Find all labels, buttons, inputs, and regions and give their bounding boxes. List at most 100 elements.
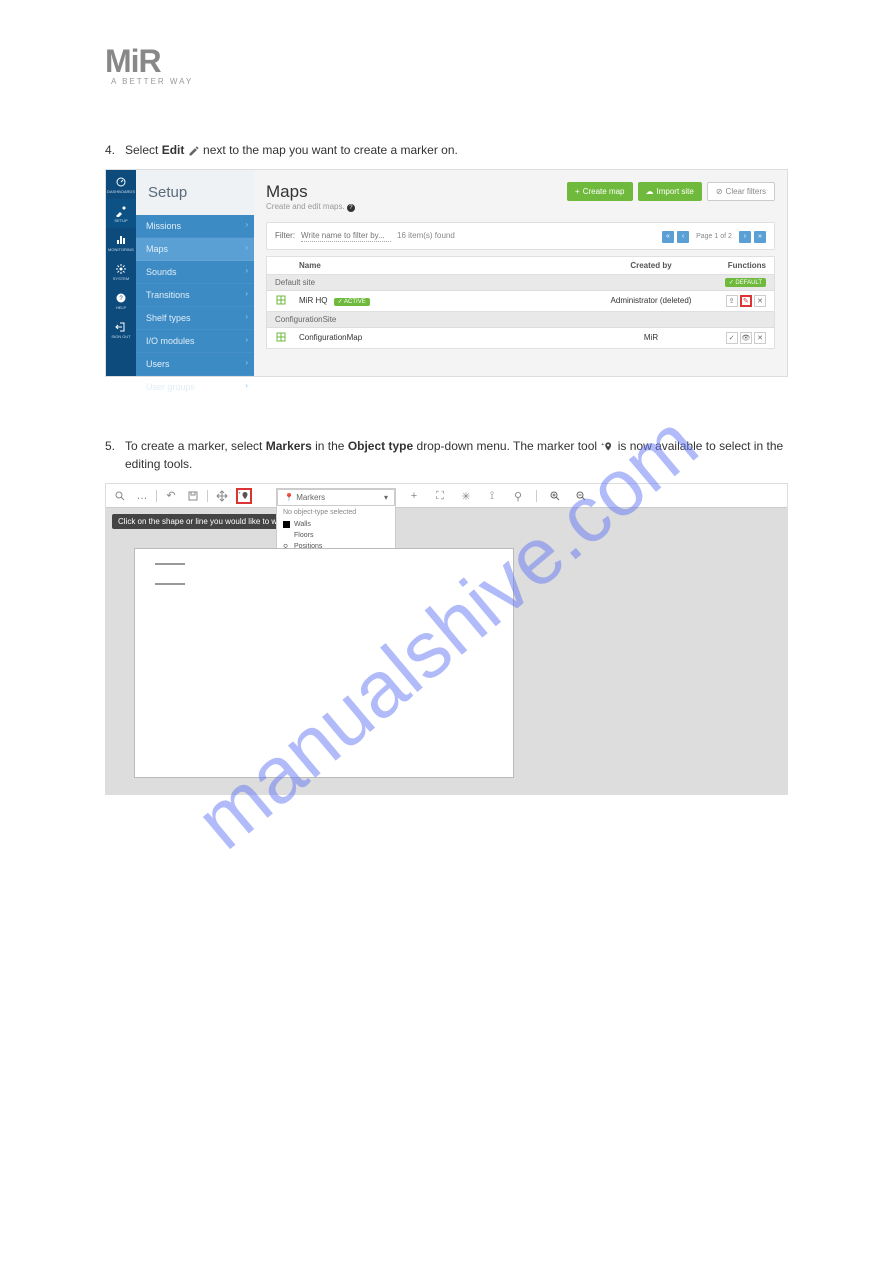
map-icon [275,294,287,306]
color-swatch [283,532,290,539]
map-name[interactable]: MiR HQ [299,296,327,305]
step-4-number: 4. [105,141,125,159]
col-created: Created by [596,261,706,270]
menu-maps[interactable]: Maps [136,238,254,261]
move-icon[interactable] [214,488,230,504]
export-button[interactable]: ⇪ [726,295,738,307]
page-subtitle: Create and edit maps. ? [266,202,355,212]
marker-tool-button[interactable]: + [236,488,252,504]
exit-icon [115,321,127,333]
sidebar-dashboards[interactable]: DASHBOARDS [106,170,136,199]
col-name: Name [295,261,596,270]
zoom-out-icon[interactable] [573,488,589,504]
svg-text:+: + [238,490,241,495]
center-icon[interactable]: ✳ [458,488,474,504]
map-creator: MiR [596,333,706,342]
pager-text: Page 1 of 2 [696,233,732,240]
icon-sidebar: DASHBOARDS SETUP MONITORING SYSTEM ? HEL… [106,170,136,376]
step-4: 4. Select Edit next to the map you want … [105,141,788,159]
pager-prev[interactable]: ‹ [677,231,689,243]
gear-icon [115,263,127,275]
setup-title: Setup [136,170,254,215]
menu-transitions[interactable]: Transitions [136,284,254,307]
menu-shelf-types[interactable]: Shelf types [136,307,254,330]
map-name[interactable]: ConfigurationMap [295,333,596,342]
step-4-text: Select Edit next to the map you want to … [125,141,788,159]
page-title: Maps [266,182,355,202]
dropdown-item[interactable]: Walls [277,519,395,530]
pager-first[interactable]: « [662,231,674,243]
sidebar-signout[interactable]: SIGN OUT [106,315,136,344]
pencil-icon [188,145,200,157]
step-5-text: To create a marker, select Markers in th… [125,437,788,473]
dropdown-item[interactable]: Floors [277,530,395,541]
wall-segment [155,583,185,585]
edit-button[interactable]: ✎ [740,295,752,307]
wall-segment [155,563,185,565]
step-5: 5. To create a marker, select Markers in… [105,437,788,473]
add-icon[interactable]: + [406,488,422,504]
delete-button[interactable]: ✕ [754,332,766,344]
map-row-2: ConfigurationMap MiR ✓ 👁 ✕ [266,328,775,349]
map-creator: Administrator (deleted) [596,296,706,305]
gauge-icon [115,176,127,188]
more-icon[interactable]: … [134,488,150,504]
info-icon[interactable]: ? [347,204,355,212]
right-toolbar: + ⛶ ✳ ⟟ ⚲ [406,488,589,504]
maps-table: Name Created by Functions Default site ✓… [266,256,775,349]
filter-count: 16 item(s) found [397,231,455,240]
default-badge: ✓ DEFAULT [725,278,766,287]
create-map-button[interactable]: +Create map [567,182,632,201]
locate-icon[interactable]: ⟟ [484,488,500,504]
wrench-icon [115,205,127,217]
fullscreen-icon[interactable]: ⛶ [432,488,448,504]
setup-menu: Setup Missions Maps Sounds Transitions S… [136,170,254,376]
sidebar-help[interactable]: ? HELP [106,286,136,315]
pager-last[interactable]: » [754,231,766,243]
maps-screenshot: DASHBOARDS SETUP MONITORING SYSTEM ? HEL… [105,169,788,377]
robot-icon[interactable]: ⚲ [510,488,526,504]
step-5-number: 5. [105,437,125,455]
view-button[interactable]: 👁 [740,332,752,344]
active-badge: ✓ ACTIVE [334,298,370,306]
menu-users[interactable]: Users [136,353,254,376]
chart-icon [115,234,127,246]
logo: MiR A BETTER WAY [105,45,788,86]
search-icon[interactable] [112,488,128,504]
menu-user-groups[interactable]: User groups [136,376,254,399]
activate-button[interactable]: ✓ [726,332,738,344]
filter-input[interactable] [301,230,391,242]
delete-button[interactable]: ✕ [754,295,766,307]
sidebar-monitoring[interactable]: MONITORING [106,228,136,257]
chevron-down-icon: ▾ [384,493,388,502]
site-row-default: Default site ✓ DEFAULT [266,275,775,291]
site-row-config: ConfigurationSite [266,312,775,328]
import-site-button[interactable]: ☁Import site [638,182,702,201]
menu-io-modules[interactable]: I/O modules [136,330,254,353]
dropdown-item-label: Floors [294,532,313,539]
save-icon[interactable] [185,488,201,504]
dropdown-no-type: No object-type selected [277,506,395,519]
dropdown-item-label: Walls [294,521,311,528]
menu-sounds[interactable]: Sounds [136,261,254,284]
pager-next[interactable]: › [739,231,751,243]
maps-content: Maps Create and edit maps. ? +Create map… [254,170,787,376]
logo-tagline: A BETTER WAY [111,77,788,86]
color-swatch [283,521,290,528]
sidebar-system[interactable]: SYSTEM [106,257,136,286]
marker-tool-icon: + [600,440,614,454]
sidebar-setup[interactable]: SETUP [106,199,136,228]
filter-label: Filter: [275,231,295,240]
map-row-1: MiR HQ ✓ ACTIVE Administrator (deleted) … [266,291,775,312]
dropdown-header[interactable]: 📍 Markers ▾ [277,489,395,506]
menu-missions[interactable]: Missions [136,215,254,238]
col-functions: Functions [706,261,766,270]
clear-filters-button[interactable]: ⊘Clear filters [707,182,775,201]
svg-text:+: + [602,442,606,448]
map-icon [275,331,287,343]
map-editor-screenshot: … ↶ + Click on the shape or line you wou… [105,483,788,795]
help-icon: ? [115,292,127,304]
undo-icon[interactable]: ↶ [163,488,179,504]
zoom-in-icon[interactable] [547,488,563,504]
map-canvas[interactable] [134,548,514,778]
